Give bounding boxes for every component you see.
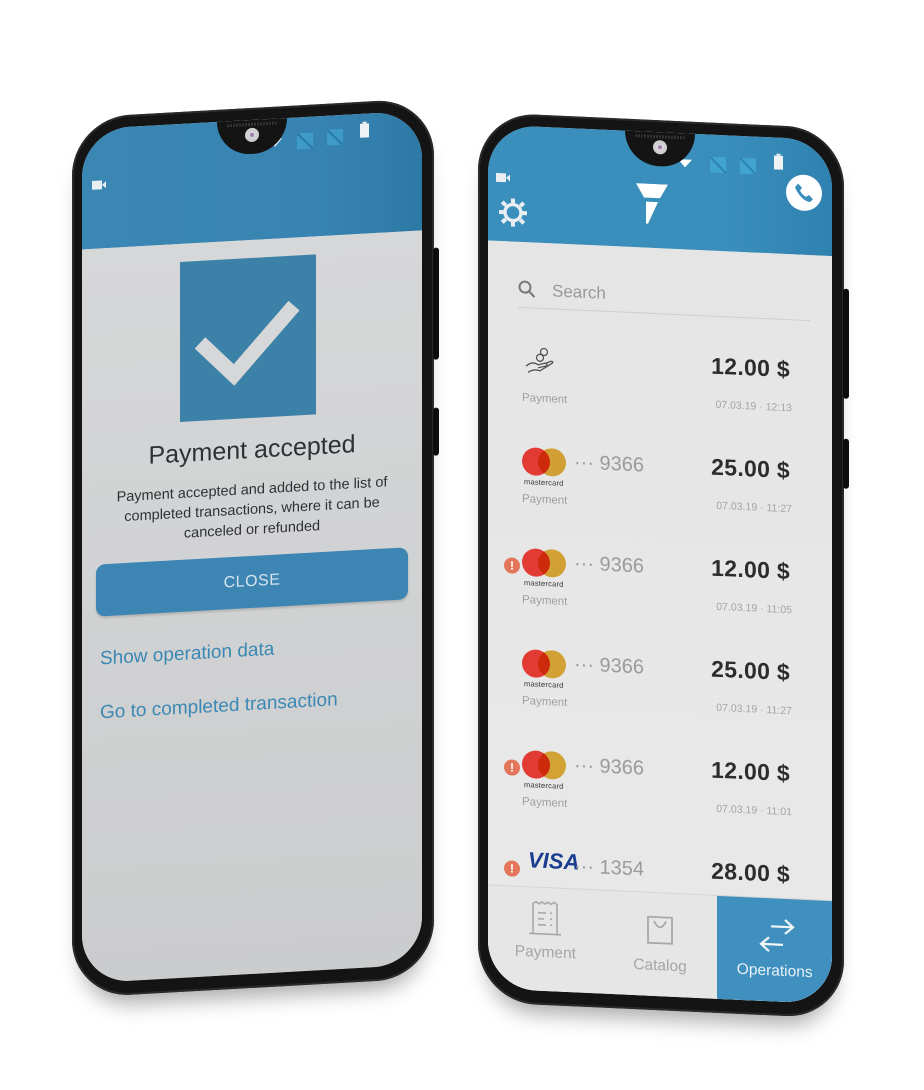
- video-icon: [92, 180, 106, 190]
- operation-date: 07.03.19: [716, 701, 758, 716]
- search-input[interactable]: [552, 277, 772, 316]
- result-description: Payment accepted and added to the list o…: [116, 474, 388, 542]
- result-title: Payment accepted: [148, 430, 356, 470]
- show-operation-data-link[interactable]: Show operation data: [100, 639, 274, 671]
- operations-list: Payment 12.00 $ 07.03.19 · 12:13 masterc…: [488, 332, 832, 954]
- card-mask: ··· 9366: [574, 754, 645, 780]
- mastercard-logo-icon: mastercard: [522, 547, 570, 590]
- alert-icon: !: [504, 860, 520, 877]
- operation-time: 12:13: [765, 401, 792, 415]
- mastercard-logo-icon: mastercard: [522, 648, 570, 691]
- operation-row[interactable]: ! mastercard ··· 9366 Payment 12.00 $ 07…: [488, 534, 832, 651]
- operation-amount: 12.00 $: [711, 352, 790, 383]
- phone-call-icon: [795, 183, 813, 203]
- settings-gear-icon[interactable]: [498, 197, 528, 228]
- nav-tab-operations[interactable]: Operations: [717, 895, 832, 1005]
- operation-row[interactable]: Payment 12.00 $ 07.03.19 · 12:13: [488, 332, 832, 449]
- operation-amount: 12.00 $: [711, 554, 790, 585]
- cash-payment-icon: [525, 347, 554, 373]
- search-bar: [518, 273, 810, 322]
- video-icon: [496, 172, 510, 183]
- operation-datetime: 07.03.19 · 11:01: [716, 802, 793, 819]
- receipt-icon: [529, 900, 562, 936]
- operation-type: Payment: [522, 492, 568, 508]
- operation-amount: 28.00 $: [711, 857, 790, 888]
- operation-type: Payment: [522, 593, 568, 609]
- operation-amount: 25.00 $: [711, 655, 790, 686]
- operation-datetime: 07.03.19 · 11:27: [716, 499, 793, 516]
- front-camera-icon: [245, 127, 259, 143]
- close-button[interactable]: CLOSE: [96, 547, 408, 617]
- mastercard-wordmark: mastercard: [524, 578, 564, 589]
- operation-date: 07.03.19: [715, 398, 757, 413]
- operation-time: 11:05: [766, 603, 793, 617]
- shopping-bag-icon: [647, 915, 673, 945]
- alert-icon: !: [504, 759, 520, 776]
- operation-row[interactable]: mastercard ··· 9366 Payment 25.00 $ 07.0…: [488, 635, 832, 752]
- mastercard-wordmark: mastercard: [524, 780, 564, 791]
- operation-time: 11:27: [766, 704, 793, 718]
- mastercard-wordmark: mastercard: [524, 679, 564, 690]
- operations-content: Payment 12.00 $ 07.03.19 · 12:13 masterc…: [488, 240, 832, 1005]
- operation-date: 07.03.19: [716, 802, 758, 817]
- no-sim-icon: [297, 132, 313, 150]
- search-icon: [518, 280, 536, 298]
- operation-amount: 25.00 $: [711, 453, 790, 484]
- alert-icon: !: [504, 557, 520, 574]
- visa-logo-icon: VISA: [528, 847, 580, 875]
- no-sim-icon: [710, 156, 726, 174]
- phone-right: Payment 12.00 $ 07.03.19 · 12:13 masterc…: [478, 112, 849, 1019]
- checkmark-icon: [194, 300, 300, 386]
- nav-label: Payment: [514, 942, 576, 963]
- no-sim-icon: [740, 157, 756, 175]
- filter-icon[interactable]: [636, 183, 668, 224]
- transfer-arrows-icon: [759, 919, 795, 952]
- mastercard-logo-icon: mastercard: [522, 749, 570, 792]
- operation-datetime: 07.03.19 · 12:13: [715, 398, 793, 415]
- nav-tab-catalog[interactable]: Catalog: [603, 891, 718, 999]
- battery-icon: [774, 153, 783, 170]
- nav-label: Operations: [736, 960, 813, 982]
- operation-type: Payment: [522, 795, 568, 811]
- success-badge: [180, 254, 316, 422]
- mastercard-wordmark: mastercard: [524, 477, 564, 488]
- operation-row[interactable]: mastercard ··· 9366 Payment 25.00 $ 07.0…: [488, 433, 832, 550]
- bottom-navigation: Payment Catalog Operations: [488, 884, 832, 1005]
- battery-icon: [360, 121, 369, 138]
- volume-button: [433, 407, 439, 456]
- result-content: Payment accepted Payment accepted and ad…: [82, 230, 422, 984]
- card-mask: ··· 9366: [574, 552, 645, 578]
- volume-button: [843, 438, 849, 489]
- operation-row[interactable]: ! mastercard ··· 9366 Payment 12.00 $ 07…: [488, 736, 832, 853]
- operation-datetime: 07.03.19 · 11:05: [716, 600, 793, 617]
- operation-type: Payment: [522, 391, 568, 407]
- nav-label: Catalog: [633, 956, 687, 976]
- operation-type: Payment: [522, 694, 568, 710]
- payment-result-screen: Payment accepted Payment accepted and ad…: [82, 110, 422, 984]
- operation-amount: 12.00 $: [711, 756, 790, 787]
- nav-tab-payment[interactable]: Payment: [488, 885, 603, 993]
- power-button: [843, 288, 849, 399]
- mastercard-logo-icon: mastercard: [522, 446, 570, 489]
- operation-datetime: 07.03.19 · 11:27: [716, 701, 793, 718]
- operations-screen: Payment 12.00 $ 07.03.19 · 12:13 masterc…: [488, 124, 832, 1005]
- no-sim-icon: [327, 128, 343, 146]
- card-mask: ··· 9366: [574, 451, 645, 477]
- phone-call-button[interactable]: [786, 173, 822, 212]
- go-to-completed-transaction-link[interactable]: Go to completed transaction: [100, 689, 338, 724]
- card-mask: ··· 1354: [574, 855, 645, 881]
- operation-time: 11:27: [766, 502, 793, 516]
- front-camera-icon: [653, 139, 667, 155]
- operation-date: 07.03.19: [716, 600, 758, 615]
- phone-left: Payment accepted Payment accepted and ad…: [72, 97, 439, 999]
- operation-time: 11:01: [766, 805, 793, 819]
- operation-date: 07.03.19: [716, 499, 758, 514]
- card-mask: ··· 9366: [574, 653, 645, 679]
- power-button: [433, 247, 439, 360]
